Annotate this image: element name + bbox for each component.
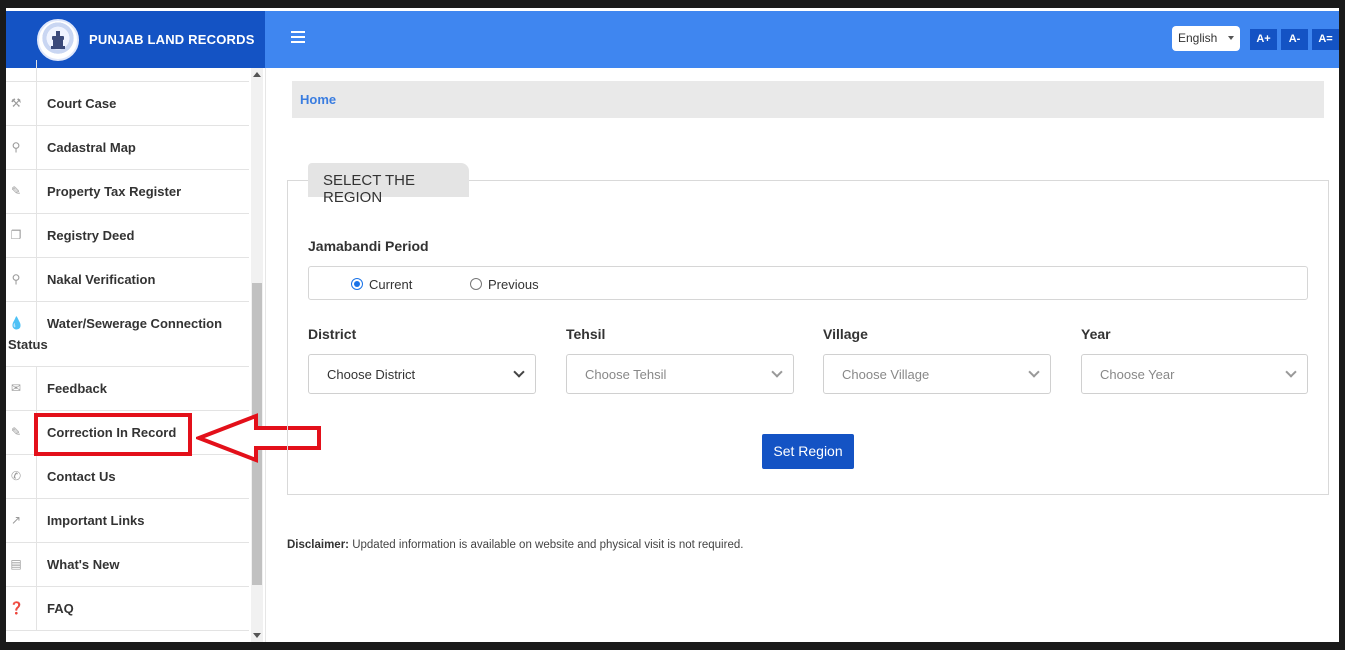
sidebar: ⚒ Court Case ⚲ Cadastral Map ✎ Property … bbox=[6, 60, 266, 642]
sidebar-item-whats-new[interactable]: ▤ What's New bbox=[6, 543, 249, 587]
top-navbar: English A+ A- A= bbox=[265, 11, 1339, 68]
year-select-value: Choose Year bbox=[1100, 367, 1175, 382]
question-circle-icon: ❓ bbox=[9, 601, 24, 615]
edit-icon: ✎ bbox=[10, 184, 22, 198]
disclaimer: Disclaimer: Updated information is avail… bbox=[287, 539, 743, 551]
external-link-icon: ↗ bbox=[10, 513, 22, 527]
jamabandi-period-group: Current Previous bbox=[308, 266, 1308, 300]
sidebar-item-label: Court Case bbox=[47, 96, 117, 111]
edit-square-icon: ✎ bbox=[10, 425, 22, 439]
scroll-down-arrow-icon[interactable] bbox=[253, 633, 261, 638]
gavel-icon: ⚒ bbox=[10, 96, 22, 110]
copy-icon: ❐ bbox=[10, 228, 22, 242]
jamabandi-period-label: Jamabandi Period bbox=[308, 238, 429, 254]
sidebar-item-label: Water/Sewerage Connection bbox=[47, 316, 223, 331]
sidebar-item-nakal-verification[interactable]: ⚲ Nakal Verification bbox=[6, 258, 249, 302]
language-select[interactable]: English bbox=[1172, 26, 1240, 51]
radio-previous-label[interactable]: Previous bbox=[488, 277, 539, 292]
sidebar-item-label: Contact Us bbox=[47, 469, 116, 484]
chevron-down-icon bbox=[1028, 366, 1040, 378]
district-select-value: Choose District bbox=[327, 367, 416, 382]
region-panel-title: SELECT THE REGION bbox=[308, 163, 469, 206]
state-emblem-icon bbox=[37, 18, 79, 61]
sidebar-item-feedback[interactable]: ✉ Feedback bbox=[6, 367, 249, 411]
font-decrease-button[interactable]: A- bbox=[1281, 29, 1308, 50]
sidebar-scrollbar[interactable] bbox=[251, 68, 263, 642]
village-select[interactable]: Choose Village bbox=[823, 354, 1051, 394]
chevron-down-icon bbox=[513, 366, 525, 378]
brand-title[interactable]: PUNJAB LAND RECORDS bbox=[89, 32, 255, 47]
village-select-value: Choose Village bbox=[842, 367, 930, 382]
radio-previous[interactable] bbox=[470, 278, 482, 290]
district-label: District bbox=[308, 326, 357, 342]
comments-icon: ✉ bbox=[10, 381, 22, 395]
sidebar-list: ⚒ Court Case ⚲ Cadastral Map ✎ Property … bbox=[6, 60, 249, 631]
sidebar-item-label: Important Links bbox=[47, 513, 145, 528]
tehsil-select[interactable]: Choose Tehsil bbox=[566, 354, 794, 394]
phone-icon: ✆ bbox=[10, 469, 22, 483]
disclaimer-text: Updated information is available on webs… bbox=[349, 539, 744, 551]
disclaimer-label: Disclaimer: bbox=[287, 539, 350, 551]
sidebar-item-property-tax-register[interactable]: ✎ Property Tax Register bbox=[6, 170, 249, 214]
font-increase-button[interactable]: A+ bbox=[1250, 29, 1277, 50]
sidebar-item-cadastral-map[interactable]: ⚲ Cadastral Map bbox=[6, 126, 249, 170]
sidebar-item-important-links[interactable]: ↗ Important Links bbox=[6, 499, 249, 543]
radio-current-label[interactable]: Current bbox=[369, 277, 412, 292]
sidebar-item-registry-deed[interactable]: ❐ Registry Deed bbox=[6, 214, 249, 258]
water-drop-icon: 💧 bbox=[9, 316, 24, 330]
breadcrumb-home-link[interactable]: Home bbox=[300, 92, 336, 107]
hamburger-menu-icon[interactable] bbox=[291, 31, 305, 45]
newspaper-icon: ▤ bbox=[10, 557, 22, 571]
sidebar-item-label: FAQ bbox=[47, 601, 74, 616]
search-icon: ⚲ bbox=[11, 272, 21, 286]
sidebar-item-label: Feedback bbox=[47, 381, 107, 396]
language-value: English bbox=[1178, 31, 1218, 45]
sidebar-item-label: Property Tax Register bbox=[47, 184, 182, 199]
caret-down-icon bbox=[1228, 36, 1234, 40]
district-select[interactable]: Choose District bbox=[308, 354, 536, 394]
font-reset-button[interactable]: A= bbox=[1312, 29, 1339, 50]
set-region-button[interactable]: Set Region bbox=[762, 434, 854, 469]
village-label: Village bbox=[823, 326, 868, 342]
highlight-annotation-box bbox=[34, 413, 192, 456]
breadcrumb: Home bbox=[292, 81, 1324, 118]
chevron-down-icon bbox=[771, 366, 783, 378]
radio-current[interactable] bbox=[351, 278, 363, 290]
sidebar-item-label: Cadastral Map bbox=[47, 140, 136, 155]
sidebar-item-court-case[interactable]: ⚒ Court Case bbox=[6, 82, 249, 126]
year-select[interactable]: Choose Year bbox=[1081, 354, 1308, 394]
sidebar-item-faq[interactable]: ❓ FAQ bbox=[6, 587, 249, 631]
sidebar-item-label: Registry Deed bbox=[47, 228, 135, 243]
sidebar-item-label-line2: Status bbox=[8, 337, 48, 352]
chevron-down-icon bbox=[1285, 366, 1297, 378]
sidebar-item-partial bbox=[6, 60, 249, 82]
tehsil-select-value: Choose Tehsil bbox=[585, 367, 667, 382]
map-marker-icon: ⚲ bbox=[11, 140, 21, 154]
sidebar-item-label: Nakal Verification bbox=[47, 272, 156, 287]
browser-viewport: PUNJAB LAND RECORDS English A+ A- A= ⚒ C… bbox=[6, 8, 1339, 642]
year-label: Year bbox=[1081, 326, 1111, 342]
scroll-up-arrow-icon[interactable] bbox=[253, 72, 261, 77]
tehsil-label: Tehsil bbox=[566, 326, 606, 342]
sidebar-item-label: What's New bbox=[47, 557, 120, 572]
sidebar-item-water-sewerage[interactable]: 💧 Water/Sewerage Connection Status bbox=[6, 302, 249, 367]
